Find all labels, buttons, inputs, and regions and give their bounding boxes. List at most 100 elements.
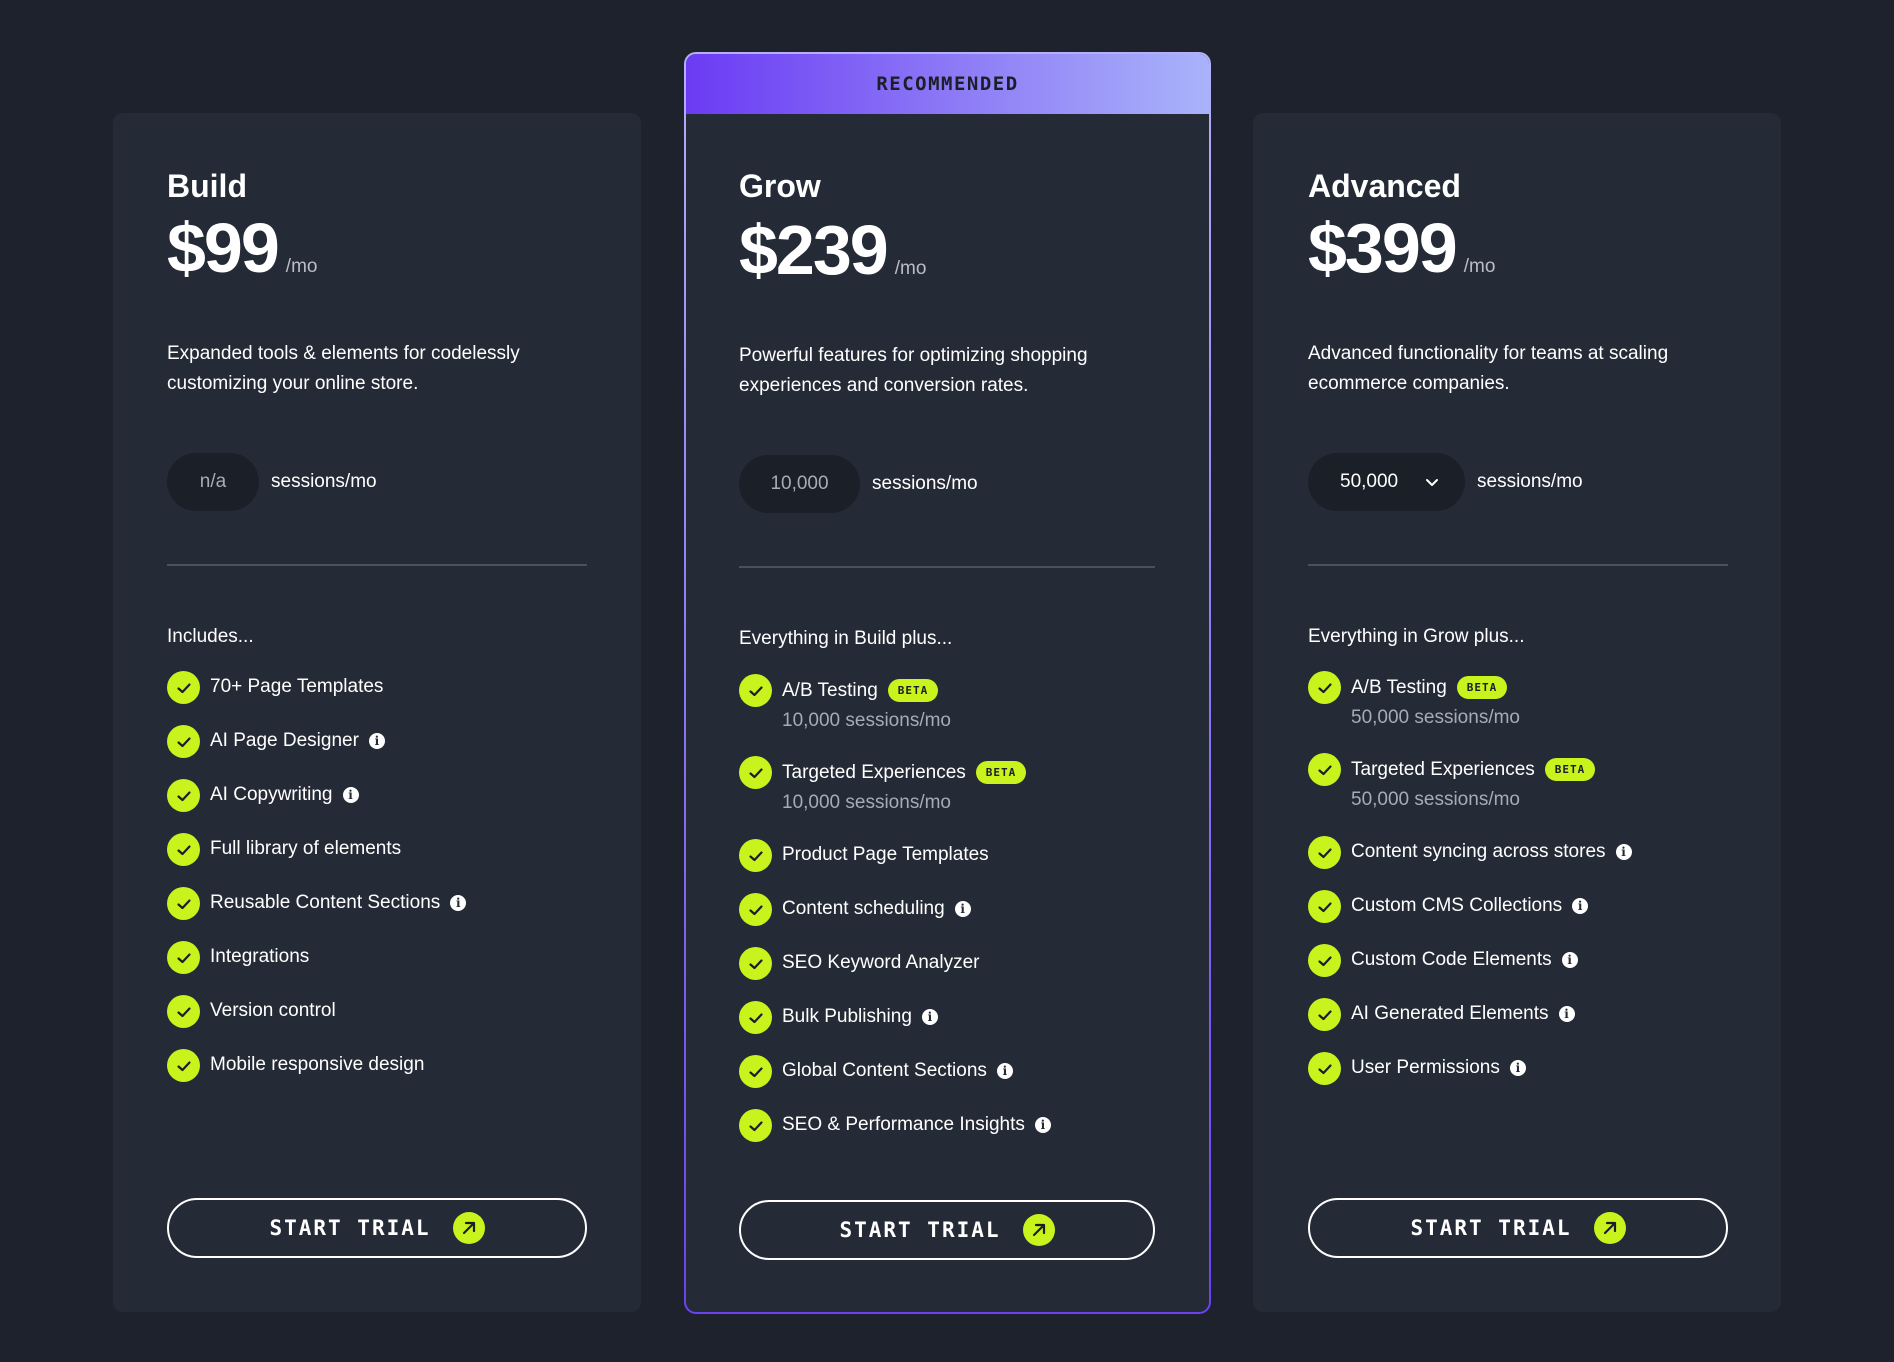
- feature-line: AI Page Designer i: [210, 730, 385, 752]
- feature-text: A/B Testing BETA 10,000 sessions/mo: [782, 674, 951, 732]
- start-trial-button[interactable]: START TRIAL: [167, 1198, 587, 1258]
- divider: [739, 566, 1155, 568]
- check-icon: [167, 833, 200, 866]
- info-icon[interactable]: i: [996, 1063, 1013, 1079]
- feature-text: Global Content Sections i: [782, 1055, 1013, 1082]
- feature-item: 70+ Page Templates: [167, 671, 383, 704]
- feature-label: A/B Testing: [782, 679, 878, 701]
- feature-text: Product Page Templates: [782, 839, 989, 866]
- start-trial-button[interactable]: START TRIAL: [739, 1200, 1155, 1260]
- feature-item: Version control: [167, 995, 336, 1028]
- sessions-label: sessions/mo: [271, 471, 377, 492]
- plan-price: $239: [739, 211, 889, 289]
- feature-sublabel: 10,000 sessions/mo: [782, 792, 951, 813]
- price-group: $239 /mo: [739, 215, 926, 285]
- plan-description: Powerful features for optimizing shoppin…: [739, 345, 1088, 396]
- feature-item: SEO & Performance Insights i: [739, 1109, 1051, 1142]
- start-trial-button[interactable]: START TRIAL: [1308, 1198, 1728, 1258]
- sessions-dropdown[interactable]: 50,000: [1308, 453, 1465, 511]
- check-icon: [1308, 753, 1341, 786]
- check-icon: [167, 941, 200, 974]
- feature-line: Global Content Sections i: [782, 1060, 1013, 1082]
- info-icon[interactable]: i: [954, 901, 971, 917]
- feature-sublabel: 50,000 sessions/mo: [1351, 707, 1520, 728]
- chevron-down-icon: [1424, 474, 1440, 490]
- feature-item: Targeted Experiences BETA 50,000 sessions/…: [1308, 753, 1596, 811]
- info-icon[interactable]: i: [368, 733, 385, 749]
- feature-text: Content scheduling i: [782, 893, 971, 920]
- plan-name: Grow: [739, 168, 821, 204]
- feature-line: Content syncing across stores i: [1351, 841, 1632, 863]
- feature-item: Content scheduling i: [739, 893, 971, 926]
- feature-label: AI Generated Elements: [1351, 1003, 1549, 1024]
- info-icon[interactable]: i: [342, 787, 359, 803]
- plan-card-advanced: Advanced $399 /mo Advanced functionality…: [1253, 113, 1781, 1312]
- feature-item: AI Page Designer i: [167, 725, 385, 758]
- check-icon: [167, 779, 200, 812]
- info-icon[interactable]: i: [450, 895, 467, 911]
- feature-item: Targeted Experiences BETA 10,000 sessions/…: [739, 756, 1027, 814]
- feature-label: Full library of elements: [210, 838, 402, 859]
- info-icon[interactable]: i: [1034, 1117, 1051, 1133]
- info-icon[interactable]: i: [1615, 844, 1632, 860]
- feature-item: Content syncing across stores i: [1308, 836, 1632, 869]
- arrow-up-right-icon: [452, 1212, 485, 1244]
- feature-text: Version control: [210, 995, 336, 1022]
- feature-line: 70+ Page Templates: [210, 676, 383, 698]
- feature-line: Mobile responsive design: [210, 1054, 424, 1076]
- price-period: /mo: [894, 258, 927, 279]
- sessions-selector: n/a sessions/mo: [167, 453, 377, 511]
- check-icon: [739, 1001, 772, 1034]
- start-trial-label: START TRIAL: [269, 1216, 431, 1240]
- info-icon[interactable]: i: [1572, 898, 1589, 914]
- info-icon[interactable]: i: [1561, 952, 1578, 968]
- check-icon: [739, 947, 772, 980]
- info-icon[interactable]: i: [1558, 1006, 1575, 1022]
- feature-label: User Permissions: [1351, 1057, 1500, 1078]
- feature-line: Bulk Publishing i: [782, 1006, 938, 1028]
- info-icon[interactable]: i: [921, 1009, 938, 1025]
- check-icon: [1308, 671, 1341, 704]
- info-icon[interactable]: i: [1509, 1060, 1526, 1076]
- check-icon: [1308, 1052, 1341, 1085]
- plan-price: $99: [167, 209, 280, 287]
- beta-badge: BETA: [1544, 758, 1596, 781]
- feature-line: SEO & Performance Insights i: [782, 1114, 1051, 1136]
- plan-description: Expanded tools & elements for codelessly…: [167, 343, 520, 394]
- feature-item: AI Generated Elements i: [1308, 998, 1575, 1031]
- feature-text: A/B Testing BETA 50,000 sessions/mo: [1351, 671, 1520, 729]
- plan-card-build: Build $99 /mo Expanded tools & elements …: [113, 113, 641, 1312]
- check-icon: [1308, 944, 1341, 977]
- check-icon: [739, 1109, 772, 1142]
- plan-description: Advanced functionality for teams at scal…: [1308, 343, 1669, 394]
- feature-label: AI Page Designer: [210, 730, 359, 751]
- feature-label: Custom CMS Collections: [1351, 895, 1563, 916]
- includes-title: Everything in Grow plus...: [1308, 626, 1525, 647]
- start-trial-label: START TRIAL: [839, 1218, 1001, 1242]
- plan-card-grow: RECOMMENDED Grow $239 /mo Powerful featu…: [684, 52, 1211, 1314]
- divider: [167, 564, 587, 566]
- feature-line: Product Page Templates: [782, 844, 989, 866]
- beta-badge: BETA: [887, 679, 939, 702]
- feature-line: A/B Testing BETA: [782, 679, 951, 702]
- feature-item: Bulk Publishing i: [739, 1001, 938, 1034]
- check-icon: [739, 839, 772, 872]
- plan-name: Build: [167, 168, 247, 204]
- feature-item: Reusable Content Sections i: [167, 887, 467, 920]
- price-period: /mo: [285, 256, 318, 277]
- plan-price: $399: [1308, 209, 1458, 287]
- beta-badge: BETA: [975, 761, 1027, 784]
- feature-label: Global Content Sections: [782, 1060, 987, 1081]
- feature-item: A/B Testing BETA 50,000 sessions/mo: [1308, 671, 1520, 729]
- feature-label: AI Copywriting: [210, 784, 333, 805]
- feature-item: AI Copywriting i: [167, 779, 359, 812]
- recommended-ribbon: RECOMMENDED: [686, 54, 1209, 114]
- sessions-selector: 10,000 sessions/mo: [739, 455, 978, 513]
- feature-line: AI Generated Elements i: [1351, 1003, 1575, 1025]
- feature-label: SEO & Performance Insights: [782, 1114, 1025, 1135]
- feature-item: User Permissions i: [1308, 1052, 1526, 1085]
- feature-text: Reusable Content Sections i: [210, 887, 467, 914]
- feature-line: User Permissions i: [1351, 1057, 1526, 1079]
- check-icon: [739, 674, 772, 707]
- feature-sublabel: 10,000 sessions/mo: [782, 710, 951, 731]
